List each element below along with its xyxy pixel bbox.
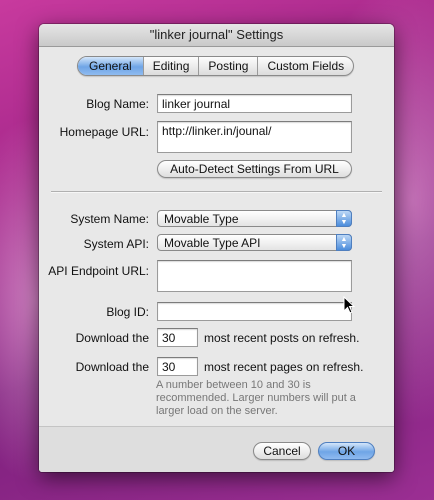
system-api-label: System API:: [83, 237, 149, 251]
tab-general[interactable]: General: [78, 57, 143, 75]
cancel-button[interactable]: Cancel: [253, 442, 311, 460]
help-note: A number between 10 and 30 is recommende…: [156, 379, 356, 417]
api-endpoint-label: API Endpoint URL:: [48, 264, 149, 278]
up-down-arrows-icon: ▲ ▼: [336, 234, 352, 251]
ok-button[interactable]: OK: [318, 442, 375, 460]
blog-id-label: Blog ID:: [106, 305, 149, 319]
system-api-select[interactable]: Movable Type API ▲ ▼: [157, 234, 352, 251]
button-bar: Cancel OK: [39, 426, 394, 472]
tab-editing[interactable]: Editing: [142, 57, 199, 75]
blog-name-field[interactable]: linker journal: [157, 94, 352, 113]
download-posts-label: Download the: [75, 331, 149, 345]
settings-window: "linker journal" Settings General Editin…: [39, 24, 394, 472]
posts-suffix-label: most recent posts on refresh.: [204, 331, 360, 345]
tab-bar: General Editing Posting Custom Fields: [77, 56, 355, 76]
blog-name-label: Blog Name:: [86, 97, 149, 111]
api-endpoint-field[interactable]: [157, 260, 352, 292]
system-api-value: Movable Type API: [164, 236, 261, 250]
pages-count-field[interactable]: 30: [157, 357, 198, 376]
system-name-select[interactable]: Movable Type ▲ ▼: [157, 210, 352, 227]
mouse-pointer-icon: [343, 296, 355, 314]
pages-suffix-label: most recent pages on refresh.: [204, 360, 364, 374]
tab-posting[interactable]: Posting: [198, 57, 257, 75]
tab-custom-fields[interactable]: Custom Fields: [257, 57, 353, 75]
window-title: "linker journal" Settings: [39, 24, 394, 47]
homepage-url-field[interactable]: http://linker.in/jounal/: [157, 121, 352, 153]
homepage-url-label: Homepage URL:: [59, 125, 149, 139]
up-down-arrows-icon: ▲ ▼: [336, 210, 352, 227]
blog-id-field[interactable]: [157, 302, 352, 321]
download-pages-label: Download the: [75, 360, 149, 374]
section-divider: [51, 191, 382, 193]
auto-detect-button[interactable]: Auto-Detect Settings From URL: [157, 160, 352, 178]
posts-count-field[interactable]: 30: [157, 328, 198, 347]
system-name-label: System Name:: [70, 212, 149, 226]
system-name-value: Movable Type: [164, 212, 239, 226]
